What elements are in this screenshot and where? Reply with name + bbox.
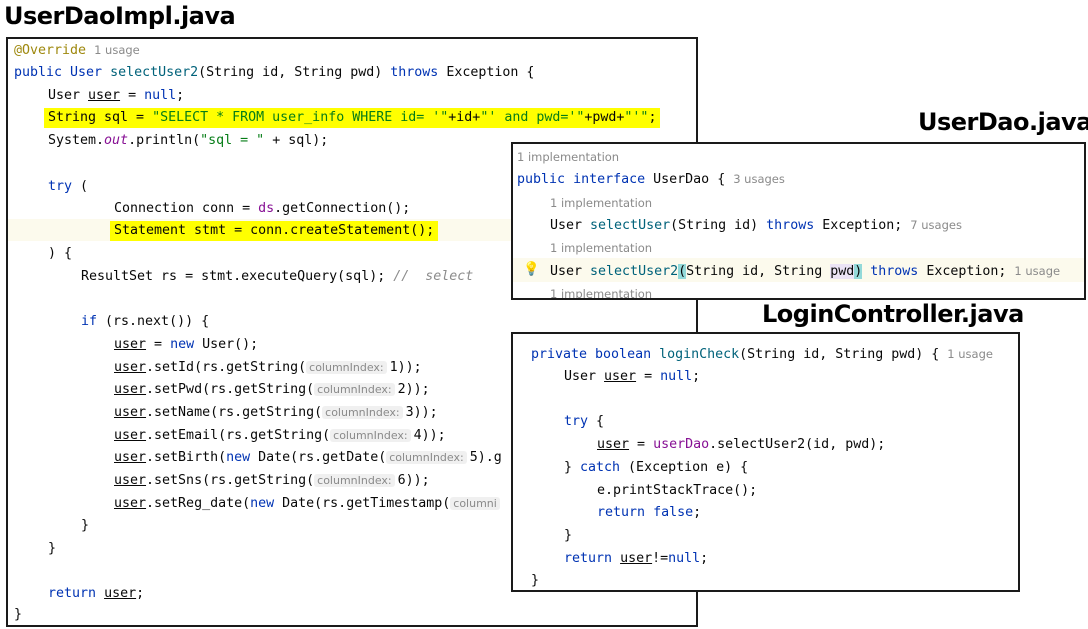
try-line: try ( <box>48 179 89 194</box>
impl-hint-4[interactable]: 1 implementation <box>550 284 652 298</box>
resultset-line: ResultSet rs = stmt.executeQuery(sql); /… <box>81 269 474 284</box>
login-assign-line: user = userDao.selectUser2(id, pwd); <box>597 437 886 452</box>
method-signature: public User selectUser2(String id, Strin… <box>14 65 535 80</box>
title-userdaoimpl: UserDaoImpl.java <box>4 2 236 30</box>
override-line: @Override 1 usage <box>14 43 140 58</box>
set-reg-line: user.setReg_date(new Date(rs.getTimestam… <box>114 494 503 514</box>
impl-hint-3[interactable]: 1 implementation <box>550 238 652 258</box>
try-close-brace: } <box>48 541 57 556</box>
if-close-brace: } <box>81 518 90 533</box>
impl-hint-1[interactable]: 1 implementation <box>517 147 619 167</box>
login-catch-line: } catch (Exception e) { <box>564 460 749 475</box>
login-printtrace-line: e.printStackTrace(); <box>597 483 758 498</box>
login-method-close: } <box>531 573 540 588</box>
userdao-code-panel: 1 implementation public interface UserDa… <box>511 142 1086 300</box>
println-line: System.out.println("sql = " + sql); <box>48 133 329 148</box>
set-email-line: user.setEmail(rs.getString(columnIndex: 4… <box>114 428 446 443</box>
title-userdao: UserDao.java <box>918 108 1088 136</box>
set-id-line: user.setId(rs.getString(columnIndex: 1)); <box>114 360 422 375</box>
return-line: return user; <box>48 586 145 601</box>
set-pwd-line: user.setPwd(rs.getString(columnIndex: 2))… <box>114 382 430 397</box>
connection-line: Connection conn = ds.getConnection(); <box>114 201 411 216</box>
method-close-brace: } <box>14 607 23 622</box>
login-return-user-line: return user!=null; <box>564 551 709 566</box>
set-birth-line: user.setBirth(new Date(rs.getDate(column… <box>114 450 502 465</box>
new-user-line: user = new User(); <box>114 337 259 352</box>
statement-line: Statement stmt = conn.createStatement(); <box>110 221 439 241</box>
impl-hint-2[interactable]: 1 implementation <box>550 193 652 213</box>
login-catch-close: } <box>564 528 573 543</box>
interface-decl: public interface UserDao {3 usages <box>517 172 785 187</box>
logincheck-signature: private boolean loginCheck(String id, St… <box>531 347 993 362</box>
sql-string-line: String sql = "SELECT * FROM user_info WH… <box>44 108 661 128</box>
login-return-false-line: return false; <box>597 505 702 520</box>
login-try-line: try { <box>564 414 605 429</box>
logincontroller-code-panel: private boolean loginCheck(String id, St… <box>511 332 1020 592</box>
select-user2-decl: User selectUser2(String id, String pwd) … <box>550 264 1061 279</box>
user-decl-line: User user = null; <box>48 88 185 103</box>
set-name-line: user.setName(rs.getString(columnIndex: 3)… <box>114 405 438 420</box>
lightbulb-icon[interactable]: 💡 <box>523 260 540 280</box>
if-line: if (rs.next()) { <box>81 314 210 329</box>
select-user-decl: User selectUser(String id) throws Except… <box>550 218 962 233</box>
try-close-line: ) { <box>48 246 73 261</box>
set-sns-line: user.setSns(rs.getString(columnIndex: 6))… <box>114 473 430 488</box>
login-user-decl: User user = null; <box>564 369 701 384</box>
title-logincontroller: LoginController.java <box>762 300 1024 328</box>
